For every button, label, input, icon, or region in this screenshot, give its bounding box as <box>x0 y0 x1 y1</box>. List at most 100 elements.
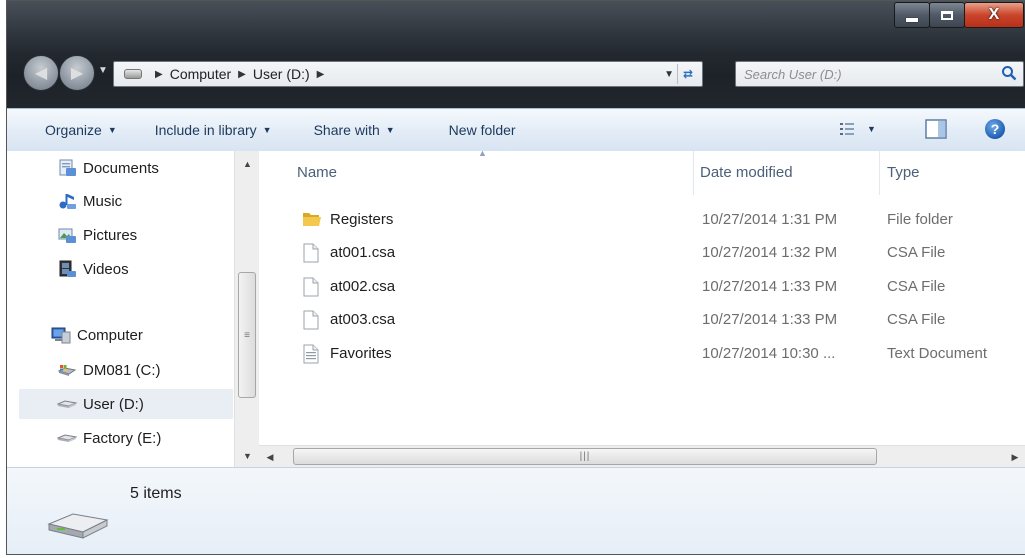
organize-menu[interactable]: Organize ▼ <box>39 118 123 142</box>
column-header-label: Type <box>887 163 920 181</box>
sidebar-item-documents[interactable]: Documents <box>57 153 159 183</box>
scroll-up-icon[interactable]: ▲ <box>235 155 260 173</box>
share-with-label: Share with <box>313 122 380 138</box>
preview-pane-icon[interactable] <box>925 119 947 139</box>
include-in-library-menu[interactable]: Include in library ▼ <box>149 118 278 142</box>
file-date-modified: 10/27/2014 1:32 PM <box>702 244 838 261</box>
sidebar-item-label: Pictures <box>83 226 138 244</box>
share-with-menu[interactable]: Share with ▼ <box>308 118 401 142</box>
file-type: CSA File <box>887 244 946 261</box>
forward-button[interactable]: ▶ <box>59 55 95 91</box>
search-icon[interactable] <box>1001 65 1017 81</box>
window-controls: X <box>894 2 1024 28</box>
sidebar-item-computer[interactable]: Computer <box>51 320 143 350</box>
file-icon <box>303 310 319 330</box>
title-bar: X ◀ ▶ ▼ ▶ Computer ▶ User (D:) ▶ ▼ ⇄ <box>7 1 1025 108</box>
file-date-modified: 10/27/2014 1:33 PM <box>702 311 838 328</box>
back-button[interactable]: ◀ <box>23 55 59 91</box>
maximize-button[interactable] <box>929 2 965 28</box>
table-row[interactable]: at003.csa 10/27/2014 1:33 PM CSA File <box>259 303 1025 336</box>
new-folder-label: New folder <box>448 122 516 138</box>
minimize-icon <box>906 17 918 22</box>
sidebar-item-pictures[interactable]: Pictures <box>57 220 137 250</box>
minimize-button[interactable] <box>894 2 930 28</box>
navigation-scrollbar[interactable]: ▲ ≡ ▼ <box>234 151 260 467</box>
sidebar-item-label: User (D:) <box>83 395 144 413</box>
sidebar-item-label: Documents <box>83 159 159 177</box>
table-row[interactable]: Favorites 10/27/2014 10:30 ... Text Docu… <box>259 337 1025 370</box>
scroll-down-icon[interactable]: ▼ <box>235 447 260 465</box>
file-date-modified: 10/27/2014 1:31 PM <box>702 211 838 228</box>
sort-ascending-icon: ▲ <box>478 148 487 158</box>
file-type: File folder <box>887 211 953 228</box>
breadcrumb-user-drive[interactable]: User (D:) <box>253 66 310 82</box>
file-icon <box>303 243 319 263</box>
sidebar-item-label: Computer <box>77 326 143 344</box>
column-divider[interactable] <box>693 151 694 195</box>
file-type: CSA File <box>887 278 946 295</box>
command-bar: Organize ▼ Include in library ▼ Share with… <box>7 108 1025 152</box>
column-header-name[interactable]: Name <box>297 151 337 193</box>
search-box[interactable] <box>735 61 1024 87</box>
file-icon <box>303 277 319 297</box>
column-header-type[interactable]: Type <box>887 151 920 193</box>
refresh-icon: ⇄ <box>682 67 694 81</box>
breadcrumb-separator-icon[interactable]: ▶ <box>317 69 325 80</box>
help-button[interactable]: ? <box>985 119 1005 139</box>
file-date-modified: 10/27/2014 10:30 ... <box>702 345 836 362</box>
column-header-date-modified[interactable]: Date modified <box>700 151 793 193</box>
drive-icon <box>124 69 142 79</box>
table-row[interactable]: at001.csa 10/27/2014 1:32 PM CSA File <box>259 236 1025 269</box>
file-date-modified: 10/27/2014 1:33 PM <box>702 278 838 295</box>
recent-pages-dropdown[interactable]: ▼ <box>98 65 108 76</box>
navigation-pane: Documents Music Pictures Videos Computer… <box>7 151 259 467</box>
explorer-window: X ◀ ▶ ▼ ▶ Computer ▶ User (D:) ▶ ▼ ⇄ Org… <box>6 0 1025 555</box>
details-view-icon <box>840 123 854 135</box>
item-count: 5 items <box>130 485 182 502</box>
file-name: at001.csa <box>330 244 396 261</box>
refresh-button[interactable]: ⇄ <box>677 64 698 84</box>
sidebar-item-videos[interactable]: Videos <box>57 254 129 284</box>
horizontal-scrollbar[interactable]: ◀ ||| ▶ <box>259 445 1025 468</box>
scrollbar-thumb[interactable]: ||| <box>293 448 877 465</box>
breadcrumb-computer[interactable]: Computer <box>170 66 231 82</box>
file-name: at002.csa <box>330 278 396 295</box>
scroll-left-icon[interactable]: ◀ <box>261 448 279 466</box>
chevron-down-icon: ▼ <box>107 125 117 135</box>
breadcrumb-separator-icon[interactable]: ▶ <box>155 69 163 80</box>
new-folder-button[interactable]: New folder <box>443 118 522 142</box>
table-row[interactable]: at002.csa 10/27/2014 1:33 PM CSA File <box>259 270 1025 303</box>
table-row[interactable]: Registers 10/27/2014 1:31 PM File folder <box>259 203 1025 236</box>
file-name: at003.csa <box>330 311 396 328</box>
chevron-down-icon: ▼ <box>262 125 272 135</box>
column-header-label: Date modified <box>700 163 793 181</box>
sidebar-item-dm081-drive[interactable]: DM081 (C:) <box>57 355 161 385</box>
scrollbar-thumb[interactable]: ≡ <box>238 272 256 398</box>
sidebar-item-music[interactable]: Music <box>57 186 122 216</box>
address-dropdown-icon[interactable]: ▼ <box>664 69 674 80</box>
include-in-library-label: Include in library <box>154 122 257 138</box>
computer-icon <box>51 327 71 344</box>
sidebar-item-label: Videos <box>83 260 129 278</box>
address-bar[interactable]: ▶ Computer ▶ User (D:) ▶ ▼ ⇄ <box>113 61 703 87</box>
column-divider[interactable] <box>879 151 880 195</box>
sidebar-item-label: Factory (E:) <box>83 429 162 447</box>
sidebar-item-factory-drive[interactable]: Factory (E:) <box>57 423 161 453</box>
search-input[interactable] <box>742 65 986 83</box>
file-list: Name ▲ Date modified Type Registers 10/2… <box>259 148 1025 467</box>
scroll-right-icon[interactable]: ▶ <box>1006 448 1024 466</box>
drive-icon <box>57 434 77 442</box>
text-file-icon <box>303 344 319 364</box>
file-type: Text Document <box>887 345 988 362</box>
file-name: Favorites <box>330 345 392 362</box>
column-header-label: Name <box>297 163 338 181</box>
folder-icon <box>303 213 321 226</box>
sidebar-item-user-drive[interactable]: User (D:) <box>19 389 233 419</box>
change-view-button[interactable]: ▼ <box>839 121 876 137</box>
close-button[interactable]: X <box>964 2 1024 28</box>
system-drive-icon <box>57 365 77 376</box>
chevron-down-icon: ▼ <box>867 124 876 134</box>
maximize-icon <box>941 10 953 20</box>
file-type: CSA File <box>887 311 946 328</box>
breadcrumb-separator-icon[interactable]: ▶ <box>238 69 246 80</box>
